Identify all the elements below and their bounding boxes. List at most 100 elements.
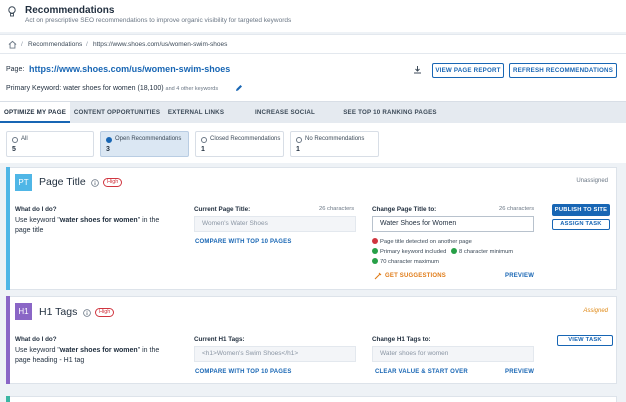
card-stripe (6, 167, 10, 290)
check-label: 8 character minimum (459, 249, 514, 255)
view-task-button[interactable]: VIEW TASK (557, 335, 613, 346)
refresh-recommendations-button[interactable]: REFRESH RECOMMENDATIONS (509, 63, 617, 78)
tab-external-links[interactable]: EXTERNAL LINKS (164, 102, 228, 123)
check-keyword: Primary keyword included (372, 248, 446, 255)
filter-closed-recommendations[interactable]: Closed Recommendations 1 (195, 131, 284, 157)
tab-bar: OPTIMIZE MY PAGE CONTENT OPPORTUNITIES E… (0, 101, 626, 137)
desc-prefix: Use keyword " (15, 217, 60, 224)
other-keywords-link[interactable]: and 4 other keywords (166, 86, 219, 92)
check-circle-icon (372, 248, 378, 254)
radio-icon (201, 137, 207, 143)
card-stripe (6, 396, 10, 402)
lightbulb-icon (8, 6, 16, 17)
current-title-field: Women's Water Shoes (194, 216, 356, 232)
recommendation-text: Use keyword "water shoes for women" in t… (15, 346, 165, 366)
assignment-status: Assigned (583, 308, 608, 314)
priority-badge: High (95, 308, 115, 317)
h1-badge: H1 (15, 303, 32, 320)
radio-icon (296, 137, 302, 143)
download-icon[interactable] (413, 65, 422, 74)
assignment-status: Unassigned (576, 178, 608, 184)
change-title-chars: 26 characters (499, 206, 535, 212)
desc-keyword: water shoes for women (59, 347, 138, 354)
tab-optimize-my-page[interactable]: OPTIMIZE MY PAGE (0, 102, 70, 123)
page-label: Page: (6, 66, 25, 73)
next-card (6, 396, 617, 402)
breadcrumb: / Recommendations / https://www.shoes.co… (0, 34, 626, 54)
compare-top-10-link[interactable]: COMPARE WITH TOP 10 PAGES (195, 239, 292, 245)
filter-label: Open Recommendations (115, 136, 182, 142)
filter-open-recommendations[interactable]: Open Recommendations 3 (100, 131, 189, 157)
current-h1-label: Current H1 Tags: (194, 336, 245, 343)
check-label: Primary keyword included (380, 249, 447, 255)
error-icon (372, 238, 378, 244)
filter-all[interactable]: All 5 (6, 131, 94, 157)
change-h1-input[interactable]: Water shoes for women (372, 346, 534, 362)
check-min-length: 8 character minimum (451, 248, 513, 255)
filter-count: 1 (201, 146, 205, 153)
info-icon[interactable] (91, 179, 99, 187)
check-label: Page title detected on another page (380, 239, 472, 245)
primary-keyword-value: water shoes for women (18,100) (63, 85, 164, 92)
current-title-label: Current Page Title: (194, 206, 251, 213)
radio-icon (12, 137, 18, 143)
desc-keyword: water shoes for women (59, 217, 138, 224)
check-max-length: 70 character maximum (372, 258, 439, 265)
filter-count: 3 (106, 146, 110, 153)
h1-tags-card: H1 H1 Tags High Assigned What do I do? U… (6, 296, 617, 384)
priority-badge: High (103, 178, 123, 187)
home-icon[interactable] (8, 40, 17, 49)
primary-keyword-label: Primary Keyword: (6, 85, 64, 92)
change-h1-label: Change H1 Tags to: (372, 336, 431, 343)
page-subtitle: Act on prescriptive SEO recommendations … (25, 17, 292, 24)
primary-keyword: Primary Keyword: water shoes for women (… (6, 85, 218, 92)
filter-label: Closed Recommendations (210, 136, 281, 142)
assign-task-button[interactable]: ASSIGN TASK (552, 219, 610, 230)
card-stripe (6, 296, 10, 384)
check-duplicate: Page title detected on another page (372, 238, 472, 245)
view-page-report-button[interactable]: VIEW PAGE REPORT (432, 63, 504, 78)
card-title: H1 Tags (39, 306, 78, 318)
pt-badge: PT (15, 174, 32, 191)
check-circle-icon (372, 258, 378, 264)
breadcrumb-recommendations[interactable]: Recommendations (28, 41, 82, 48)
desc-prefix: Use keyword " (15, 347, 60, 354)
info-icon[interactable] (83, 309, 91, 317)
clear-value-link[interactable]: CLEAR VALUE & START OVER (375, 369, 468, 375)
what-label: What do I do? (15, 336, 57, 343)
what-label: What do I do? (15, 206, 57, 213)
breadcrumb-separator: / (86, 41, 88, 48)
filter-bar: All 5 Open Recommendations 3 Closed Reco… (0, 123, 626, 163)
tab-content-opportunities[interactable]: CONTENT OPPORTUNITIES (72, 102, 162, 123)
preview-link[interactable]: PREVIEW (505, 273, 534, 279)
page-header: Page: https://www.shoes.com/us/women-swi… (0, 54, 626, 101)
pencil-icon[interactable] (235, 84, 243, 92)
filter-label: No Recommendations (305, 136, 365, 142)
tab-see-top-10-ranking-pages[interactable]: SEE TOP 10 RANKING PAGES (342, 102, 438, 123)
publish-to-site-button[interactable]: PUBLISH TO SITE (552, 204, 610, 216)
radio-selected-icon (106, 137, 112, 143)
recommendation-text: Use keyword "water shoes for women" in t… (15, 216, 165, 236)
change-title-label: Change Page Title to: (372, 206, 437, 213)
check-label: 70 character maximum (380, 259, 439, 265)
compare-top-10-link[interactable]: COMPARE WITH TOP 10 PAGES (195, 369, 292, 375)
filter-count: 1 (296, 146, 300, 153)
breadcrumb-url: https://www.shoes.com/us/women-swim-shoe… (93, 41, 228, 48)
page-title-card: PT Page Title High Unassigned What do I … (6, 167, 617, 290)
check-circle-icon (451, 248, 457, 254)
filter-count: 5 (12, 146, 16, 153)
preview-link[interactable]: PREVIEW (505, 369, 534, 375)
tab-increase-social-engagement[interactable]: INCREASE SOCIAL ENGAGEMENT (232, 102, 338, 137)
card-title: Page Title (39, 176, 86, 188)
app-header: Recommendations Act on prescriptive SEO … (0, 0, 626, 32)
current-title-chars: 26 characters (319, 206, 355, 212)
page-title: Recommendations (25, 5, 115, 16)
current-h1-field: <h1>Women's Swim Shoes</h1> (194, 346, 356, 362)
page-url-link[interactable]: https://www.shoes.com/us/women-swim-shoe… (29, 64, 230, 74)
magic-wand-icon (374, 272, 382, 280)
filter-no-recommendations[interactable]: No Recommendations 1 (290, 131, 379, 157)
filter-label: All (21, 136, 28, 142)
change-title-input[interactable]: Water Shoes for Women (372, 216, 534, 232)
get-suggestions-link[interactable]: GET SUGGESTIONS (385, 273, 446, 279)
breadcrumb-separator: / (21, 41, 23, 48)
